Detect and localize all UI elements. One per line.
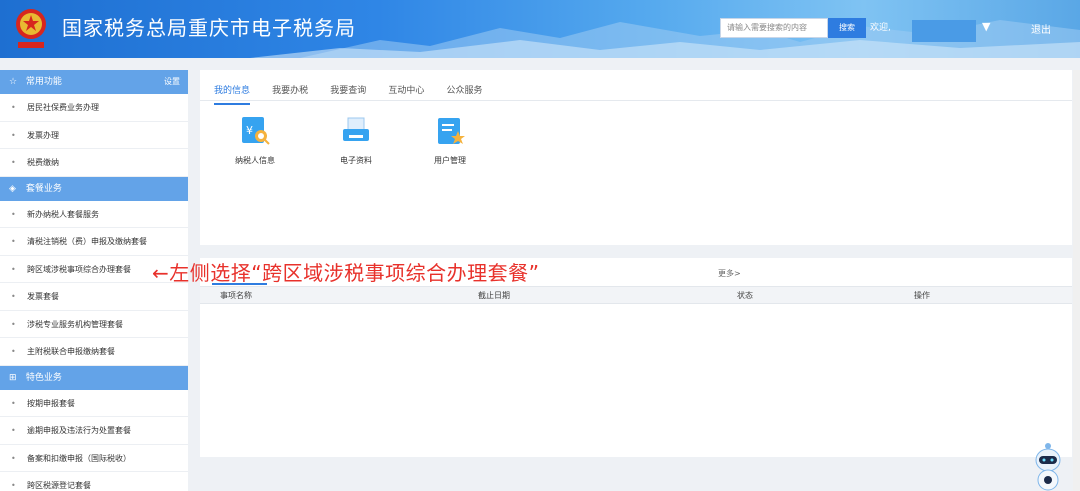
- sidebar-item-label: 涉税专业服务机构管理套餐: [27, 319, 123, 329]
- grid-icon: ⊞: [9, 372, 17, 383]
- bullet-icon: •: [11, 319, 16, 329]
- electronic-data-icon: [343, 117, 369, 141]
- tab-tax-handling[interactable]: 我要办税: [272, 83, 308, 105]
- sidebar-item-label: 跨区税源登记套餐: [27, 481, 91, 490]
- user-dropdown-icon[interactable]: ▼: [982, 20, 990, 33]
- sidebar-section-featured[interactable]: ⊞ 特色业务: [0, 365, 188, 390]
- svg-text:¥: ¥: [246, 124, 253, 137]
- instruction-annotation: ←左侧选择“跨区域涉税事项综合办理套餐”: [152, 261, 540, 285]
- layers-icon: ◈: [9, 183, 16, 194]
- sidebar-item-joint-declaration[interactable]: • 主附税联合申报缴纳套餐: [0, 338, 188, 366]
- bullet-icon: •: [11, 481, 16, 490]
- sidebar-item-label: 发票套餐: [27, 292, 59, 301]
- sidebar-item-label: 备案和扣缴申报（国际税收）: [27, 453, 131, 463]
- site-title: 国家税务总局重庆市电子税务局: [62, 16, 356, 40]
- bullet-icon: •: [11, 158, 16, 167]
- my-info-panel: 我的信息 我要办税 我要查询 互动中心 公众服务 ¥ 纳税人信息 电子资料 用户…: [200, 70, 1072, 245]
- user-management-icon: [438, 118, 465, 144]
- column-header: 操作: [914, 291, 930, 300]
- search-input[interactable]: 请输入需要搜索的内容: [720, 18, 828, 38]
- bullet-icon: •: [11, 264, 16, 274]
- function-label: 纳税人信息: [235, 156, 275, 165]
- tab-my-info[interactable]: 我的信息: [214, 83, 251, 105]
- tab-query[interactable]: 我要查询: [330, 83, 366, 105]
- table-header: 事项名称 截止日期 状态 操作: [200, 286, 1072, 304]
- sidebar-item-label: 跨区域涉税事项综合办理套餐: [27, 264, 131, 274]
- section-title: 特色业务: [25, 372, 62, 383]
- column-header: 截止日期: [478, 291, 510, 300]
- star-icon: ☆: [9, 77, 18, 87]
- bullet-icon: •: [11, 103, 16, 112]
- sidebar-item-social-insurance[interactable]: • 居民社保费业务办理: [0, 94, 188, 122]
- search-button[interactable]: 搜索: [828, 18, 866, 38]
- bullet-icon: •: [11, 292, 16, 301]
- electronic-data-button[interactable]: 电子资料: [321, 115, 391, 166]
- sidebar-item-invoice-package[interactable]: • 发票套餐: [0, 283, 188, 311]
- sidebar-item-international-tax[interactable]: • 备案和扣缴申报（国际税收）: [0, 445, 188, 472]
- function-label: 电子资料: [340, 156, 372, 165]
- bullet-icon: •: [11, 453, 16, 463]
- page-scrollbar[interactable]: [1073, 70, 1080, 491]
- sidebar-item-label: 主附税联合申报缴纳套餐: [27, 347, 115, 356]
- section-title: 套餐业务: [25, 183, 62, 194]
- tab-divider: [200, 100, 1072, 101]
- column-header: 事项名称: [220, 291, 252, 300]
- todo-panel: 更多> 事项名称 截止日期 状态 操作: [200, 258, 1072, 457]
- site-header: 国家税务总局重庆市电子税务局 请输入需要搜索的内容 搜索 欢迎, ▼ 退出: [0, 0, 1080, 58]
- sidebar-item-tax-payment[interactable]: • 税费缴纳: [0, 149, 188, 177]
- more-link[interactable]: 更多>: [718, 268, 741, 279]
- settings-link[interactable]: 设置: [164, 70, 180, 94]
- assistant-robot-icon[interactable]: [1030, 440, 1066, 491]
- sidebar-item-label: 逾期申报及违法行为处置套餐: [27, 426, 131, 435]
- sidebar-item-agency-management[interactable]: • 涉税专业服务机构管理套餐: [0, 311, 188, 338]
- column-header: 状态: [737, 291, 753, 300]
- bullet-icon: •: [11, 398, 16, 408]
- sidebar-item-invoice[interactable]: • 发票办理: [0, 122, 188, 149]
- sidebar-item-label: 按期申报套餐: [27, 398, 75, 408]
- sidebar-item-periodic-declaration[interactable]: • 按期申报套餐: [0, 390, 188, 417]
- sidebar-item-label: 居民社保费业务办理: [27, 103, 99, 112]
- tab-public-service[interactable]: 公众服务: [446, 83, 482, 105]
- national-emblem-icon: [16, 9, 46, 48]
- main-tabs: 我的信息 我要办税 我要查询 互动中心 公众服务: [214, 78, 499, 105]
- logout-link[interactable]: 退出: [1031, 21, 1051, 36]
- sidebar-item-label: 新办纳税人套餐服务: [27, 209, 99, 219]
- bullet-icon: •: [11, 426, 16, 435]
- tab-interaction[interactable]: 互动中心: [388, 83, 424, 105]
- taxpayer-info-button[interactable]: ¥ 纳税人信息: [220, 115, 290, 166]
- section-title: 常用功能: [25, 77, 62, 87]
- sidebar-item-deregistration[interactable]: • 清税注销税（费）申报及缴纳套餐: [0, 228, 188, 256]
- sidebar-section-common[interactable]: ☆ 常用功能 设置: [0, 70, 188, 94]
- sidebar-item-overdue-declaration[interactable]: • 逾期申报及违法行为处置套餐: [0, 417, 188, 445]
- bullet-icon: •: [11, 130, 16, 140]
- taxpayer-info-icon: ¥: [242, 117, 270, 145]
- function-label: 用户管理: [434, 156, 466, 165]
- user-name-redacted: [912, 20, 976, 42]
- sidebar-item-label: 发票办理: [27, 130, 59, 140]
- sidebar-item-new-taxpayer[interactable]: • 新办纳税人套餐服务: [0, 201, 188, 228]
- bullet-icon: •: [11, 347, 16, 356]
- bullet-icon: •: [11, 237, 16, 246]
- bullet-icon: •: [11, 209, 16, 219]
- sidebar-section-packages[interactable]: ◈ 套餐业务: [0, 176, 188, 201]
- welcome-text: 欢迎,: [870, 23, 891, 33]
- user-management-button[interactable]: 用户管理: [415, 115, 485, 166]
- sidebar-item-label: 税费缴纳: [27, 158, 59, 167]
- sidebar-item-cross-region-registration[interactable]: • 跨区税源登记套餐: [0, 472, 188, 491]
- sidebar-item-label: 清税注销税（费）申报及缴纳套餐: [27, 237, 147, 246]
